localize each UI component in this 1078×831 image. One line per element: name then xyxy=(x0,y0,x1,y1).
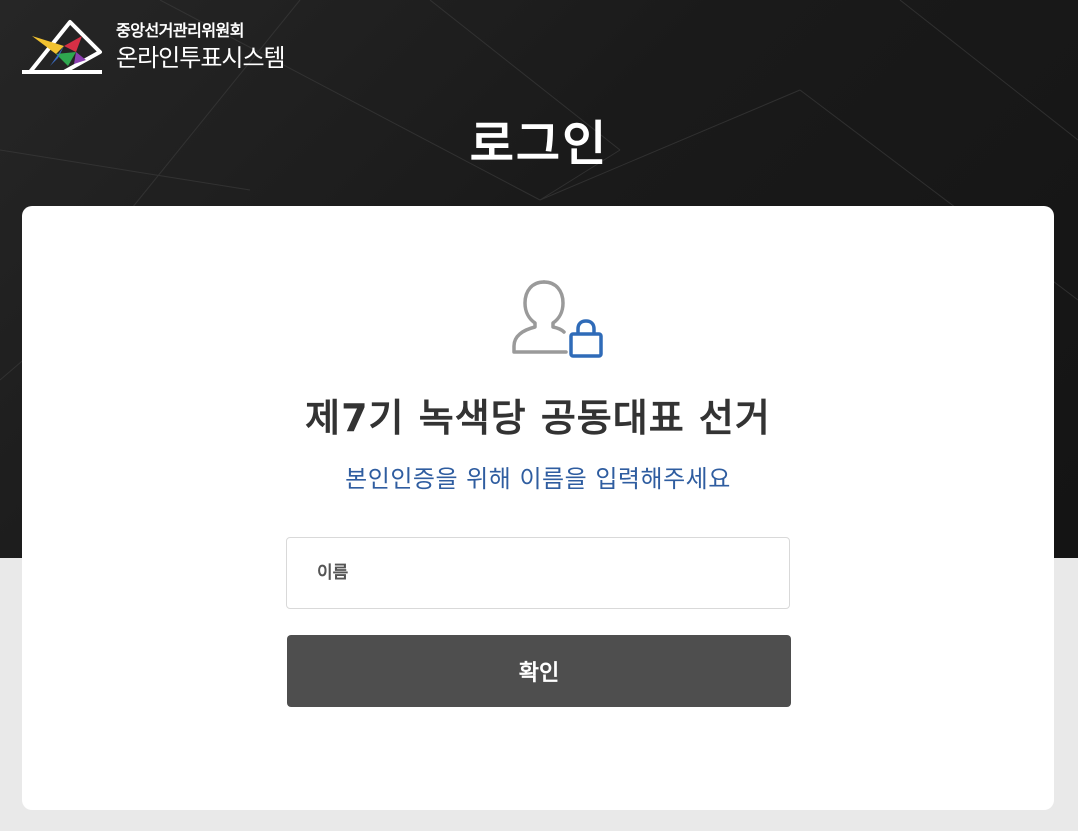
auth-instruction: 본인인증을 위해 이름을 입력해주세요 xyxy=(345,465,731,493)
system-name: 온라인투표시스템 xyxy=(116,44,286,72)
page-title: 로그인 xyxy=(469,116,609,172)
name-input[interactable] xyxy=(286,537,790,609)
site-header: 중앙선거관리위원회 온라인투표시스템 xyxy=(20,14,286,80)
logo-text: 중앙선거관리위원회 온라인투표시스템 xyxy=(116,21,286,73)
nec-logo-icon[interactable] xyxy=(20,14,104,80)
election-title: 제7기 녹색당 공동대표 선거 xyxy=(305,396,771,440)
org-name: 중앙선거관리위원회 xyxy=(116,21,244,40)
confirm-button[interactable]: 확인 xyxy=(287,635,791,707)
login-card: 제7기 녹색당 공동대표 선거 본인인증을 위해 이름을 입력해주세요 확인 xyxy=(22,206,1054,810)
user-lock-icon xyxy=(512,280,603,358)
